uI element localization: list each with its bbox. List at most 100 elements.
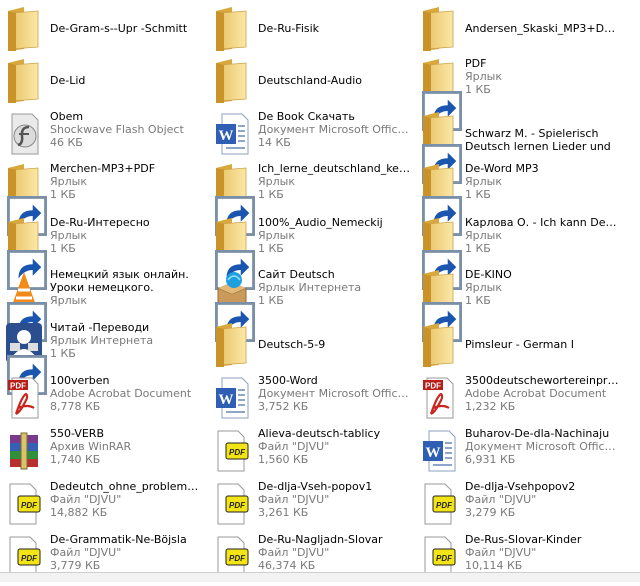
- svg-text:W: W: [219, 128, 234, 144]
- folder-icon: [4, 57, 44, 105]
- file-size: 14 КБ: [258, 136, 291, 149]
- file-type: Ярлык: [465, 281, 502, 294]
- folder-shortcut-icon: [4, 162, 47, 236]
- file-item[interactable]: Merchen-MP3+PDF Ярлык 1 КБ: [0, 162, 205, 236]
- file-item[interactable]: De-Lid: [0, 57, 205, 110]
- file-item[interactable]: Deutschland-Audio: [208, 57, 413, 110]
- file-type: Shockwave Flash Object: [50, 123, 184, 136]
- file-item[interactable]: Немецкий язык онлайн. Уроки немецкого. А…: [0, 268, 205, 342]
- file-type: Ярлык: [465, 175, 502, 188]
- file-name: De-Ru-Интересно: [50, 216, 150, 229]
- svg-text:PDF: PDF: [229, 501, 246, 510]
- file-item[interactable]: Schwarz M. - Spielerisch Deutsch lernen …: [415, 110, 620, 184]
- shortcut-arrow-icon: [215, 192, 255, 236]
- word-document-icon: W: [212, 374, 252, 422]
- file-name: DE-KINO: [465, 268, 512, 281]
- file-item[interactable]: PDF 3500deutschewortereinprage...Adobe A…: [415, 374, 620, 427]
- folder-shortcut-icon: [419, 57, 462, 131]
- file-item[interactable]: Читай -Переводи Ярлык Интернета 1 КБ: [0, 321, 205, 395]
- pdf-file-icon: PDF: [419, 374, 459, 422]
- file-name: Andersen_Skaski_MP3+DOC: [465, 22, 620, 35]
- file-size: 1 КБ: [50, 242, 76, 255]
- file-size: 10,114 КБ: [465, 559, 523, 572]
- file-item[interactable]: Pimsleur - German I: [415, 321, 620, 374]
- file-item[interactable]: Карлова О. - Ich kann Deutsch Ярлык 1 КБ: [415, 216, 620, 290]
- file-item[interactable]: PDF Dedeutch_ohne_probleme_2-... Файл "DJV…: [0, 480, 205, 533]
- file-item[interactable]: W De Book Скачать Документ Microsoft Offi…: [208, 110, 413, 163]
- folder-icon: [212, 321, 252, 369]
- file-item[interactable]: Сайт Deutsch Ярлык Интернета 1 КБ: [208, 268, 413, 342]
- file-name: Deutsch-5-9: [258, 338, 326, 351]
- folder-shortcut-icon: [419, 268, 462, 342]
- file-name: De-dlja-Vseh-popov1: [258, 480, 373, 493]
- file-type: Архив WinRAR: [50, 440, 132, 453]
- svg-text:PDF: PDF: [436, 501, 453, 510]
- file-item[interactable]: De-Ru-Fisik: [208, 5, 413, 58]
- file-name: Ich_lerne_deutschland_kennen: [258, 162, 413, 175]
- file-type: Ярлык: [50, 175, 87, 188]
- svg-text:PDF: PDF: [10, 382, 26, 391]
- file-size: 14,882 КБ: [50, 506, 108, 519]
- file-item[interactable]: Deutsch-5-9: [208, 321, 413, 374]
- file-name: 100%_Audio_Nemeckij: [258, 216, 383, 229]
- folder-shortcut-icon: [419, 162, 462, 236]
- file-type: Ярлык Интернета: [50, 334, 154, 347]
- file-size: 46,374 КБ: [258, 559, 316, 572]
- file-name: PDF: [465, 57, 487, 70]
- file-size: 1,740 КБ: [50, 453, 101, 466]
- file-name: Немецкий язык онлайн. Уроки немецкого. А…: [50, 268, 189, 294]
- file-item[interactable]: W 3500-WordДокумент Microsoft Office Wor…: [208, 374, 413, 427]
- shortcut-arrow-icon: [422, 87, 462, 131]
- vlc-shortcut-icon: [4, 268, 47, 342]
- file-item[interactable]: 100%_Audio_Nemeckij Ярлык 1 КБ: [208, 216, 413, 290]
- file-name: 3500deutschewortereinprage...: [465, 374, 620, 387]
- file-type: Ярлык: [50, 294, 87, 307]
- file-size: 1,560 КБ: [258, 453, 309, 466]
- file-name: De-Word MP3: [465, 162, 539, 175]
- file-item[interactable]: PDF Alieva-deutsch-tablicy Файл "DJVU" 1,56…: [208, 427, 413, 480]
- file-item[interactable]: 550-VERB Архив WinRAR 1,740 КБ: [0, 427, 205, 480]
- shortcut-arrow-icon: [422, 298, 462, 342]
- file-name: Dedeutch_ohne_probleme_2-...: [50, 480, 205, 493]
- file-size: 1 КБ: [465, 242, 491, 255]
- file-item[interactable]: PDF De-dlja-Vseh-popov1 Файл "DJVU" 3,261 К…: [208, 480, 413, 533]
- file-name: Obem: [50, 110, 84, 123]
- file-type: Ярлык: [258, 175, 295, 188]
- file-item[interactable]: Ich_lerne_deutschland_kennen Ярлык 1 КБ: [208, 162, 413, 236]
- file-item[interactable]: W Buharov-De-dla-Nachinaju Документ Micro…: [415, 427, 620, 480]
- word-document-icon: W: [212, 110, 252, 158]
- shortcut-arrow-icon: [7, 192, 47, 236]
- shortcut-arrow-icon: [215, 298, 255, 342]
- pdf-file-icon: PDF: [4, 374, 44, 422]
- shortcut-arrow-icon: [422, 192, 462, 236]
- djvu-file-icon: PDF: [212, 480, 252, 528]
- file-item[interactable]: Andersen_Skaski_MP3+DOC: [415, 5, 620, 58]
- file-type: Документ Microsoft Office Word: [258, 123, 413, 136]
- djvu-file-icon: PDF: [419, 480, 459, 528]
- file-size: 8,778 КБ: [50, 400, 101, 413]
- file-item[interactable]: PDF Ярлык 1 КБ: [415, 57, 620, 131]
- file-item[interactable]: PDF De-dlja-Vsehpopov2 Файл "DJVU" 3,279 КБ: [415, 480, 620, 533]
- box-shortcut-icon: [212, 268, 255, 342]
- file-item[interactable]: PDF 100verben Adobe Acrobat Document 8,778…: [0, 374, 205, 427]
- file-item[interactable]: De-Word MP3 Ярлык 1 КБ: [415, 162, 620, 236]
- folder-shortcut-icon: [4, 216, 47, 290]
- svg-text:PDF: PDF: [436, 554, 453, 563]
- file-item[interactable]: DE-KINO Ярлык 1 КБ: [415, 268, 620, 342]
- folder-icon: [4, 5, 44, 53]
- word-document-icon: W: [419, 427, 459, 475]
- file-item[interactable]: De-Ru-Интересно Ярлык 1 КБ: [0, 216, 205, 290]
- file-size: 6,931 КБ: [465, 453, 516, 466]
- file-type: Файл "DJVU": [465, 493, 537, 506]
- shortcut-arrow-icon: [7, 298, 47, 342]
- file-name: De-dlja-Vsehpopov2: [465, 480, 576, 493]
- folder-shortcut-icon: [419, 110, 462, 184]
- file-type: Ярлык Интернета: [258, 281, 362, 294]
- file-type: Файл "DJVU": [258, 493, 330, 506]
- file-name: De-Ru-Fisik: [258, 22, 320, 35]
- shortcut-arrow-icon: [422, 246, 462, 290]
- flash-file-icon: [4, 110, 44, 158]
- file-item[interactable]: Obem Shockwave Flash Object 46 КБ: [0, 110, 205, 163]
- file-item[interactable]: De-Gram-s--Upr -Schmitt: [0, 5, 205, 58]
- file-size: 3,752 КБ: [258, 400, 309, 413]
